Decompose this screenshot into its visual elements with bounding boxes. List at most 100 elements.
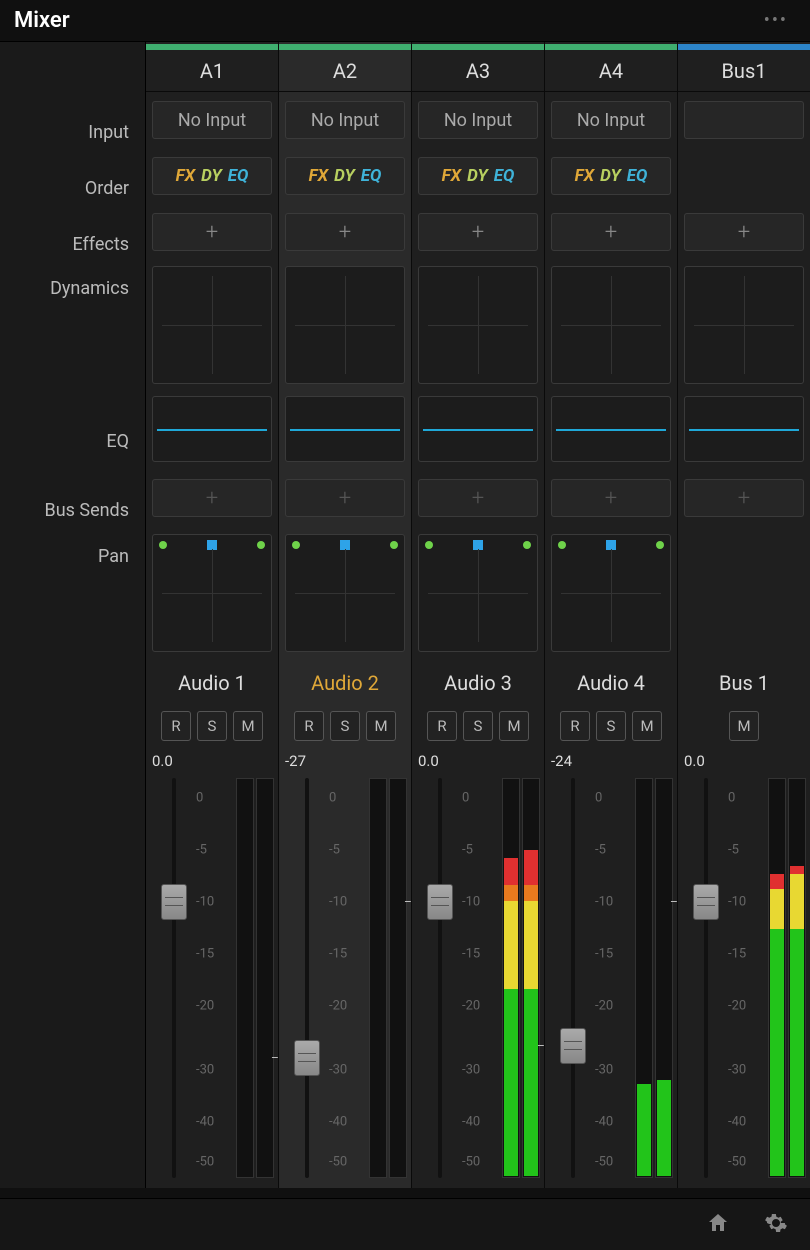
channel-A1: A1No InputFXDYEQ++Audio 1RSM0.0–0-5-10-1…: [146, 42, 279, 1188]
fader-scale-tick: -30: [728, 1063, 746, 1078]
fader-scale-tick: -5: [595, 843, 606, 858]
mute-button[interactable]: M: [729, 711, 759, 741]
db-readout: 0.0: [418, 752, 439, 770]
fader-handle[interactable]: [161, 884, 187, 920]
gear-icon[interactable]: [764, 1211, 788, 1239]
pan-graph[interactable]: [285, 534, 405, 652]
input-select[interactable]: No Input: [152, 101, 272, 139]
input-select[interactable]: No Input: [418, 101, 538, 139]
channel-header[interactable]: Bus1: [678, 50, 810, 92]
fader-scale-tick: -10: [196, 895, 214, 910]
add-effect-button[interactable]: +: [152, 213, 272, 251]
add-bus-send-button[interactable]: +: [285, 479, 405, 517]
dynamics-graph[interactable]: [684, 266, 804, 384]
eq-graph[interactable]: [551, 396, 671, 462]
fader-scale-tick: -30: [196, 1063, 214, 1078]
fader[interactable]: –0-5-10-15-20-30-40-50: [283, 778, 331, 1178]
dynamics-graph[interactable]: [418, 266, 538, 384]
order-button[interactable]: FXDYEQ: [285, 157, 405, 195]
fader-handle[interactable]: [693, 884, 719, 920]
add-effect-button[interactable]: +: [285, 213, 405, 251]
fader[interactable]: –0-5-10-15-20-30-40-50: [416, 778, 464, 1178]
mute-button[interactable]: M: [233, 711, 263, 741]
channel-Bus1: Bus1++Bus 1M0.0–0-5-10-15-20-30-40-50: [678, 42, 810, 1188]
label-effects: Effects: [0, 216, 145, 272]
level-meter: [768, 778, 786, 1178]
solo-button[interactable]: S: [330, 711, 360, 741]
fader-scale-tick: 0: [329, 791, 336, 806]
panel-options-icon[interactable]: •••: [756, 6, 796, 35]
input-select[interactable]: No Input: [285, 101, 405, 139]
mixer-header: Mixer •••: [0, 0, 810, 42]
channel-A4: A4No InputFXDYEQ++Audio 4RSM-24–0-5-10-1…: [545, 42, 678, 1188]
order-button[interactable]: FXDYEQ: [418, 157, 538, 195]
fader-scale-tick: -5: [462, 843, 473, 858]
fader[interactable]: –0-5-10-15-20-30-40-50: [682, 778, 730, 1178]
level-meters: [498, 778, 540, 1178]
mute-button[interactable]: M: [632, 711, 662, 741]
add-bus-send-button[interactable]: +: [551, 479, 671, 517]
add-effect-button[interactable]: +: [551, 213, 671, 251]
fader[interactable]: –0-5-10-15-20-30-40-50: [150, 778, 198, 1178]
add-effect-button[interactable]: +: [418, 213, 538, 251]
db-readout: -27: [285, 752, 306, 770]
fader-scale-tick: 0: [196, 791, 203, 806]
eq-graph[interactable]: [152, 396, 272, 462]
channel-header[interactable]: A2: [279, 50, 411, 92]
record-arm-button[interactable]: R: [294, 711, 324, 741]
fader-scale-tick: -20: [196, 999, 214, 1014]
order-button[interactable]: FXDYEQ: [551, 157, 671, 195]
fader-scale-tick: -40: [595, 1115, 613, 1130]
fader-scale-tick: -10: [329, 895, 347, 910]
pan-graph[interactable]: [152, 534, 272, 652]
mute-button[interactable]: M: [366, 711, 396, 741]
fader-scale-tick: -20: [595, 999, 613, 1014]
input-select[interactable]: No Input: [551, 101, 671, 139]
order-button[interactable]: FXDYEQ: [152, 157, 272, 195]
solo-button[interactable]: S: [197, 711, 227, 741]
add-bus-send-button[interactable]: +: [684, 479, 804, 517]
channel-name[interactable]: Audio 1: [146, 662, 278, 704]
fader-scale-tick: -15: [196, 947, 214, 962]
channel-name[interactable]: Bus 1: [678, 662, 810, 704]
mute-button[interactable]: M: [499, 711, 529, 741]
add-bus-send-button[interactable]: +: [152, 479, 272, 517]
channel-header[interactable]: A1: [146, 50, 278, 92]
pan-graph[interactable]: [551, 534, 671, 652]
dynamics-graph[interactable]: [551, 266, 671, 384]
eq-graph[interactable]: [684, 396, 804, 462]
pan-graph[interactable]: [418, 534, 538, 652]
eq-graph[interactable]: [285, 396, 405, 462]
fader-scale-tick: -15: [329, 947, 347, 962]
fader-handle[interactable]: [294, 1040, 320, 1076]
solo-button[interactable]: S: [596, 711, 626, 741]
record-arm-button[interactable]: R: [427, 711, 457, 741]
dynamics-graph[interactable]: [285, 266, 405, 384]
label-eq: EQ: [0, 402, 145, 480]
fader-handle[interactable]: [560, 1028, 586, 1064]
channel-name[interactable]: Audio 2: [279, 662, 411, 704]
dynamics-graph[interactable]: [152, 266, 272, 384]
input-select-empty[interactable]: [684, 101, 804, 139]
fader-scale-tick: 0: [728, 791, 735, 806]
home-icon[interactable]: [706, 1211, 730, 1239]
eq-graph[interactable]: [418, 396, 538, 462]
fader-scale-tick: -30: [462, 1063, 480, 1078]
solo-button[interactable]: S: [463, 711, 493, 741]
record-arm-button[interactable]: R: [161, 711, 191, 741]
channel-name[interactable]: Audio 3: [412, 662, 544, 704]
fader-scale-tick: -40: [196, 1115, 214, 1130]
fader-scale-tick: -40: [728, 1115, 746, 1130]
record-arm-button[interactable]: R: [560, 711, 590, 741]
level-meter: [369, 778, 387, 1178]
add-bus-send-button[interactable]: +: [418, 479, 538, 517]
channel-name[interactable]: Audio 4: [545, 662, 677, 704]
fader-handle[interactable]: [427, 884, 453, 920]
channel-header[interactable]: A3: [412, 50, 544, 92]
fader[interactable]: –0-5-10-15-20-30-40-50: [549, 778, 597, 1178]
fader-scale-tick: -10: [728, 895, 746, 910]
add-effect-button[interactable]: +: [684, 213, 804, 251]
level-meters: [764, 778, 806, 1178]
fader-scale-tick: -15: [462, 947, 480, 962]
channel-header[interactable]: A4: [545, 50, 677, 92]
